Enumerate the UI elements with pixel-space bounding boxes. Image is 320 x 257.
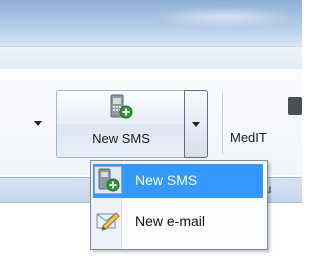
new-sms-button[interactable]: New SMS <box>56 90 185 158</box>
chevron-down-icon <box>34 120 42 126</box>
phone-plus-icon <box>110 94 133 119</box>
medit-button-label: MedIT <box>230 130 267 145</box>
menu-bar <box>0 46 302 70</box>
menu-item-label: New SMS <box>135 172 198 188</box>
menu-icon-frame <box>94 207 122 235</box>
medit-button[interactable]: MedIT <box>230 90 302 156</box>
menu-item-label: New e-mail <box>135 213 206 229</box>
new-sms-split-button: New SMS <box>56 90 216 158</box>
phone-plus-icon <box>98 168 120 192</box>
new-sms-dropdown-button[interactable] <box>184 90 208 158</box>
new-item-dropdown-menu: New SMS New e-mail <box>90 160 268 250</box>
titlebar-glow <box>150 6 300 28</box>
window-titlebar <box>0 0 302 46</box>
toolbar-separator <box>222 92 223 154</box>
chevron-down-icon <box>192 121 200 127</box>
pencil-envelope-icon <box>96 212 120 231</box>
medit-icon <box>288 97 302 115</box>
new-sms-button-label: New SMS <box>92 131 150 146</box>
previous-button-dropdown[interactable] <box>30 112 46 134</box>
menu-item-new-sms[interactable]: New SMS <box>93 164 263 198</box>
menu-icon-frame <box>94 166 122 194</box>
menu-item-new-email[interactable]: New e-mail <box>93 205 263 239</box>
